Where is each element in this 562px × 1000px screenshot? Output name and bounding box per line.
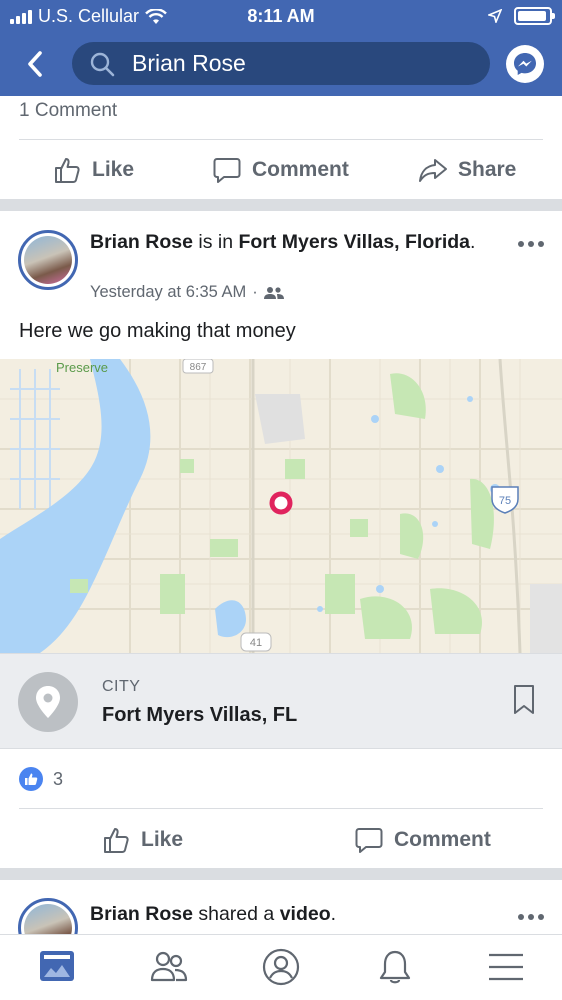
search-bar[interactable]: Brian Rose bbox=[72, 42, 490, 85]
like-count: 3 bbox=[53, 768, 64, 789]
meta-separator: · bbox=[252, 283, 258, 301]
location-icon bbox=[488, 9, 502, 23]
post-meta: Yesterday at 6:35 AM · bbox=[90, 283, 284, 302]
status-right bbox=[488, 7, 555, 25]
share-icon bbox=[419, 159, 447, 182]
post-header-text: Brian Rose is in Fort Myers Villas, Flor… bbox=[90, 229, 510, 255]
friends-icon bbox=[263, 286, 284, 299]
post-separator bbox=[0, 199, 562, 211]
post-actions: Like Comment bbox=[0, 810, 562, 870]
divider bbox=[19, 808, 543, 809]
post-verb: shared a bbox=[192, 903, 280, 925]
road-41-label: 41 bbox=[250, 637, 262, 649]
status-bar: U.S. Cellular 8:11 AM bbox=[0, 0, 562, 34]
back-icon[interactable] bbox=[22, 48, 50, 80]
bottom-tab-bar bbox=[0, 934, 562, 1000]
place-category: CITY bbox=[102, 678, 141, 695]
avatar[interactable] bbox=[18, 898, 78, 934]
status-time: 8:11 AM bbox=[247, 6, 315, 26]
comment-count[interactable]: 1 Comment bbox=[19, 100, 117, 122]
post-time[interactable]: Yesterday at 6:35 AM bbox=[90, 283, 246, 302]
author-name[interactable]: Brian Rose bbox=[90, 231, 193, 253]
avatar[interactable] bbox=[18, 230, 78, 290]
post-text: Here we go making that money bbox=[19, 320, 296, 342]
search-input[interactable]: Brian Rose bbox=[132, 50, 246, 77]
notifications-icon[interactable] bbox=[375, 947, 415, 987]
profile-icon[interactable] bbox=[261, 947, 301, 987]
friends-tab-icon[interactable] bbox=[149, 947, 189, 987]
preserve-label: Preserve bbox=[56, 360, 108, 375]
map-graphic: 867 75 41 Preserve bbox=[0, 359, 562, 653]
like-label: Like bbox=[92, 158, 135, 181]
battery-icon bbox=[514, 7, 555, 25]
comment-label: Comment bbox=[394, 828, 491, 851]
post-header-text: Brian Rose shared a video. bbox=[90, 901, 510, 927]
post-suffix: . bbox=[330, 903, 337, 925]
menu-icon[interactable] bbox=[486, 947, 526, 987]
top-bar: U.S. Cellular 8:11 AM Brian Rose bbox=[0, 0, 562, 96]
post-separator bbox=[0, 868, 562, 880]
like-reaction-icon bbox=[19, 767, 43, 791]
like-button[interactable]: Like bbox=[52, 155, 134, 185]
location-pin-icon bbox=[18, 672, 78, 732]
messenger-icon[interactable] bbox=[506, 45, 544, 83]
author-name[interactable]: Brian Rose bbox=[90, 903, 193, 925]
like-label: Like bbox=[141, 828, 184, 851]
shared-object-link[interactable]: video bbox=[280, 903, 331, 925]
like-icon bbox=[55, 158, 80, 183]
reaction-summary[interactable]: 3 bbox=[19, 767, 63, 791]
like-button[interactable]: Like bbox=[101, 825, 183, 855]
bookmark-icon[interactable] bbox=[512, 684, 536, 716]
comment-icon bbox=[355, 828, 383, 853]
news-feed[interactable]: 1 Comment Like Comment Share Brian Rose … bbox=[0, 96, 562, 934]
comment-label: Comment bbox=[252, 158, 349, 181]
news-feed-icon[interactable] bbox=[37, 947, 77, 987]
map[interactable]: 867 75 41 Preserve bbox=[0, 359, 562, 653]
post-verb: is in bbox=[192, 231, 239, 253]
like-icon bbox=[104, 828, 129, 853]
search-icon bbox=[90, 52, 115, 76]
place-name: Fort Myers Villas, FL bbox=[102, 704, 298, 726]
place-card[interactable]: CITY Fort Myers Villas, FL bbox=[0, 653, 562, 749]
share-button[interactable]: Share bbox=[418, 155, 516, 185]
road-867-label: 867 bbox=[190, 362, 207, 373]
more-options-icon[interactable] bbox=[518, 241, 544, 247]
location-link[interactable]: Fort Myers Villas, Florida bbox=[238, 231, 470, 253]
prev-post-actions: Like Comment Share bbox=[0, 140, 562, 200]
more-options-icon[interactable] bbox=[518, 914, 544, 920]
map-pin-icon bbox=[269, 491, 293, 515]
comment-icon bbox=[213, 158, 241, 183]
comment-button[interactable]: Comment bbox=[354, 825, 491, 855]
post-suffix: . bbox=[470, 231, 476, 253]
road-75-label: 75 bbox=[499, 495, 511, 507]
share-label: Share bbox=[458, 158, 517, 181]
comment-button[interactable]: Comment bbox=[212, 155, 349, 185]
